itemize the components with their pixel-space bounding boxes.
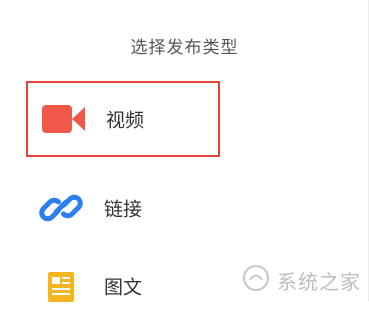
option-video-label: 视频	[106, 109, 145, 132]
option-article-label: 图文	[104, 276, 143, 299]
watermark-text: 系统之家	[277, 269, 361, 294]
link-icon	[38, 188, 86, 228]
dialog-title: 选择发布类型	[130, 38, 239, 58]
option-link[interactable]: 链接	[26, 170, 220, 246]
watermark: 系统之家	[241, 263, 361, 297]
video-camera-icon	[40, 99, 88, 139]
publish-type-panel: 选择发布类型 视频 链接 图文	[0, 0, 369, 302]
watermark-logo-icon	[241, 263, 271, 297]
option-article[interactable]: 图文	[26, 248, 220, 324]
option-link-label: 链接	[104, 198, 143, 221]
article-icon	[38, 266, 86, 306]
option-video[interactable]: 视频	[26, 81, 220, 157]
